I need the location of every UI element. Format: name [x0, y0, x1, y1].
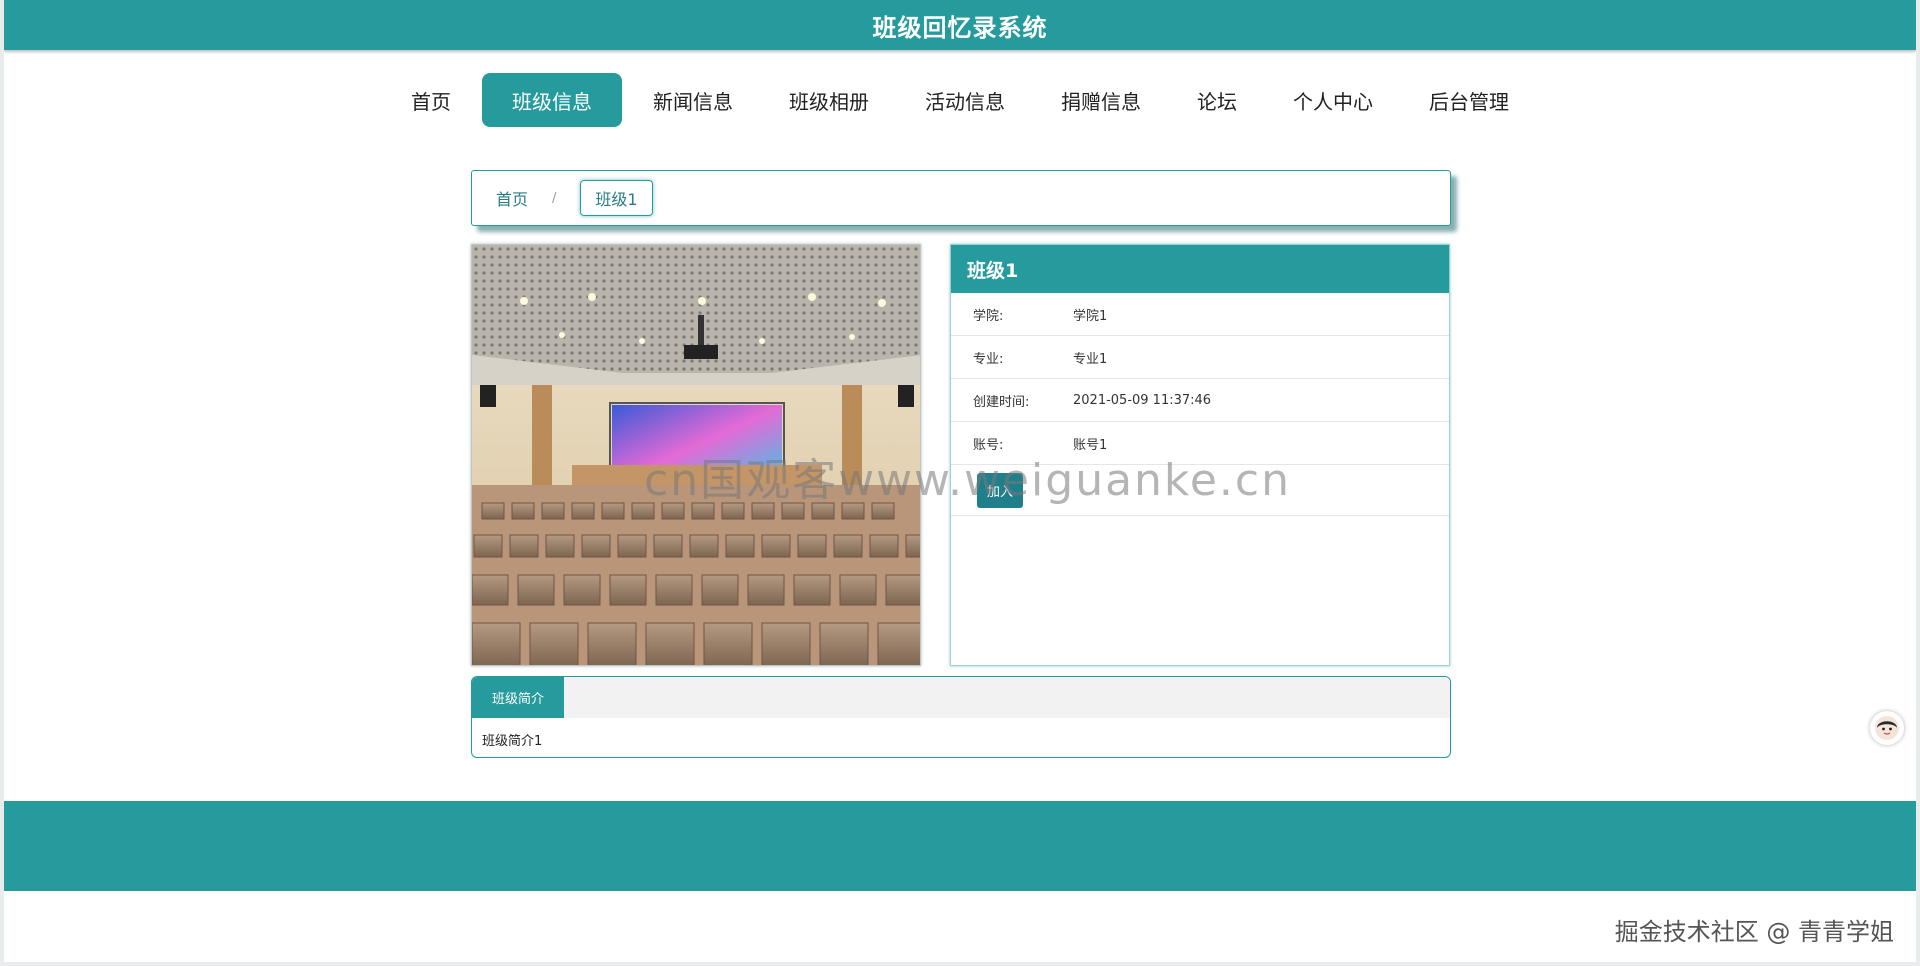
- field-label: 学院:: [973, 308, 1004, 324]
- nav-item-donation[interactable]: 捐赠信息: [1036, 73, 1166, 127]
- nav-item-news[interactable]: 新闻信息: [628, 73, 758, 127]
- footer-bar: [4, 801, 1916, 891]
- assistant-avatar[interactable]: [1870, 711, 1904, 745]
- nav-item-activity[interactable]: 活动信息: [900, 73, 1030, 127]
- field-label: 创建时间:: [973, 394, 1030, 410]
- field-label: 专业:: [973, 351, 1004, 367]
- field-value: 2021-05-09 11:37:46: [1073, 392, 1212, 408]
- site-title: 班级回忆录系统: [872, 13, 1048, 42]
- field-major: 专业: 专业1: [951, 336, 1449, 379]
- field-created-time: 创建时间: 2021-05-09 11:37:46: [951, 379, 1449, 422]
- main-nav: 首页 班级信息 新闻信息 班级相册 活动信息 捐赠信息 论坛 个人中心 后台管理: [4, 72, 1916, 128]
- class-intro: 班级简介 班级简介1: [471, 676, 1451, 758]
- nav-item-class-info[interactable]: 班级信息: [482, 73, 622, 127]
- nav-item-home[interactable]: 首页: [386, 73, 476, 127]
- page: 班级回忆录系统 首页 班级信息 新闻信息 班级相册 活动信息 捐赠信息 论坛 个…: [4, 0, 1916, 962]
- avatar-face-icon: [1875, 716, 1899, 740]
- header-bar: 班级回忆录系统: [4, 0, 1916, 50]
- class-detail-title: 班级1: [951, 245, 1449, 293]
- breadcrumb-separator: /: [552, 190, 557, 206]
- field-value: 专业1: [1073, 351, 1108, 367]
- breadcrumb-home[interactable]: 首页: [496, 186, 528, 210]
- credit-text: 掘金技术社区 @ 青青学姐: [1614, 918, 1894, 946]
- intro-content: 班级简介1: [482, 734, 543, 749]
- field-value: 学院1: [1073, 308, 1108, 324]
- breadcrumb-current: 班级1: [580, 180, 653, 216]
- tab-class-intro[interactable]: 班级简介: [472, 677, 565, 718]
- intro-tab-bar: 班级简介: [472, 677, 1450, 718]
- field-college: 学院: 学院1: [951, 293, 1449, 336]
- nav-item-album[interactable]: 班级相册: [764, 73, 894, 127]
- watermark-text: cn国观客www.weiguanke.cn: [644, 455, 1291, 506]
- nav-item-forum[interactable]: 论坛: [1172, 73, 1262, 127]
- nav-item-profile[interactable]: 个人中心: [1268, 73, 1398, 127]
- breadcrumb: 首页 / 班级1: [471, 170, 1451, 226]
- nav-item-admin[interactable]: 后台管理: [1404, 73, 1534, 127]
